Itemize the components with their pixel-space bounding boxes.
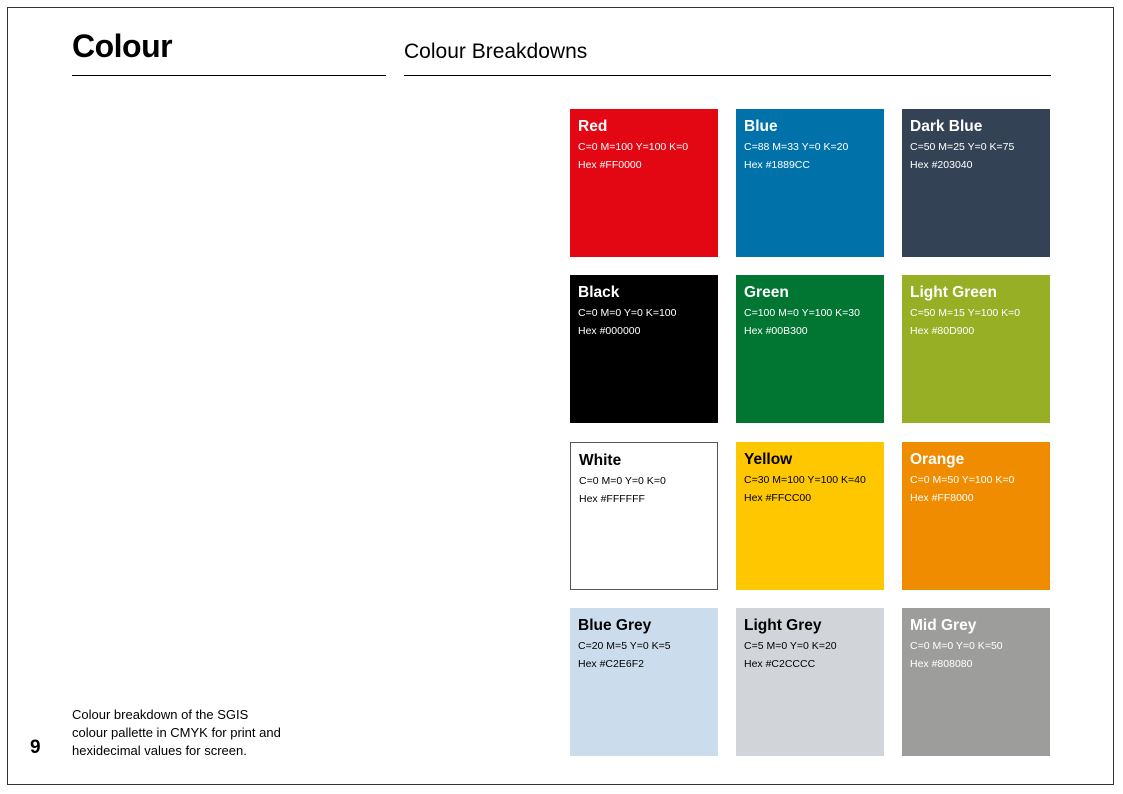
page-number: 9 (30, 737, 41, 758)
caption: Colour breakdown of the SGIS colour pall… (72, 706, 312, 760)
swatch-hex: Hex #FFFFFF (579, 493, 645, 505)
swatch-cmyk: C=100 M=0 Y=100 K=30 (744, 307, 860, 319)
swatch-cmyk: C=20 M=5 Y=0 K=5 (578, 640, 671, 652)
swatch-name: White (579, 452, 622, 469)
swatch-name: Blue Grey (578, 617, 652, 634)
swatch-cmyk: C=5 M=0 Y=0 K=20 (744, 640, 837, 652)
swatch-name: Red (578, 118, 608, 135)
swatch-hex: Hex #808080 (910, 658, 973, 670)
swatch-name: Green (744, 284, 789, 301)
swatch-cmyk: C=0 M=0 Y=0 K=100 (578, 307, 677, 319)
caption-line: hexidecimal values for screen. (72, 743, 247, 758)
page-subtitle: Colour Breakdowns (404, 40, 588, 63)
caption-line: colour pallette in CMYK for print and (72, 725, 281, 740)
swatch-hex: Hex #FF8000 (910, 492, 974, 504)
section-title: Colour (72, 28, 173, 64)
swatch-cmyk: C=50 M=15 Y=100 K=0 (910, 307, 1021, 319)
swatch-hex: Hex #80D900 (910, 325, 975, 337)
swatch-name: Black (578, 284, 620, 301)
swatch-cmyk: C=88 M=33 Y=0 K=20 (744, 141, 849, 153)
swatch-hex: Hex #00B300 (744, 325, 808, 337)
swatch-cmyk: C=0 M=50 Y=100 K=0 (910, 474, 1015, 486)
swatch-cmyk: C=0 M=100 Y=100 K=0 (578, 141, 689, 153)
swatch-name: Dark Blue (910, 118, 983, 135)
swatch-hex: Hex #203040 (910, 159, 973, 171)
section-title-rule (72, 75, 386, 76)
swatch-cmyk: C=0 M=0 Y=0 K=0 (579, 475, 666, 487)
swatch-name: Orange (910, 451, 965, 468)
swatch-hex: Hex #1889CC (744, 159, 810, 171)
swatch-hex: Hex #C2CCCC (744, 658, 816, 670)
swatch-white: White C=0 M=0 Y=0 K=0 Hex #FFFFFF (570, 442, 718, 590)
swatch-cmyk: C=50 M=25 Y=0 K=75 (910, 141, 1015, 153)
swatch-cmyk: C=30 M=100 Y=100 K=40 (744, 474, 866, 486)
swatch-name: Blue (744, 118, 778, 135)
swatch-name: Light Grey (744, 617, 822, 634)
swatch-light-green: Light Green C=50 M=15 Y=100 K=0 Hex #80D… (902, 275, 1050, 423)
swatch-green: Green C=100 M=0 Y=100 K=30 Hex #00B300 (736, 275, 884, 423)
swatch-cmyk: C=0 M=0 Y=0 K=50 (910, 640, 1003, 652)
swatch-black: Black C=0 M=0 Y=0 K=100 Hex #000000 (570, 275, 718, 423)
swatch-light-grey: Light Grey C=5 M=0 Y=0 K=20 Hex #C2CCCC (736, 608, 884, 756)
swatch-name: Yellow (744, 451, 793, 468)
swatch-orange: Orange C=0 M=50 Y=100 K=0 Hex #FF8000 (902, 442, 1050, 590)
subtitle-rule (404, 75, 1051, 76)
swatch-hex: Hex #FF0000 (578, 159, 642, 171)
swatch-hex: Hex #000000 (578, 325, 641, 337)
swatch-blue: Blue C=88 M=33 Y=0 K=20 Hex #1889CC (736, 109, 884, 257)
swatch-red: Red C=0 M=100 Y=100 K=0 Hex #FF0000 (570, 109, 718, 257)
swatch-name: Mid Grey (910, 617, 977, 634)
swatch-dark-blue: Dark Blue C=50 M=25 Y=0 K=75 Hex #203040 (902, 109, 1050, 257)
swatch-blue-grey: Blue Grey C=20 M=5 Y=0 K=5 Hex #C2E6F2 (570, 608, 718, 756)
swatch-yellow: Yellow C=30 M=100 Y=100 K=40 Hex #FFCC00 (736, 442, 884, 590)
swatch-hex: Hex #FFCC00 (744, 492, 812, 504)
swatch-mid-grey: Mid Grey C=0 M=0 Y=0 K=50 Hex #808080 (902, 608, 1050, 756)
caption-line: Colour breakdown of the SGIS (72, 707, 249, 722)
swatch-name: Light Green (910, 284, 997, 301)
swatch-hex: Hex #C2E6F2 (578, 658, 644, 670)
